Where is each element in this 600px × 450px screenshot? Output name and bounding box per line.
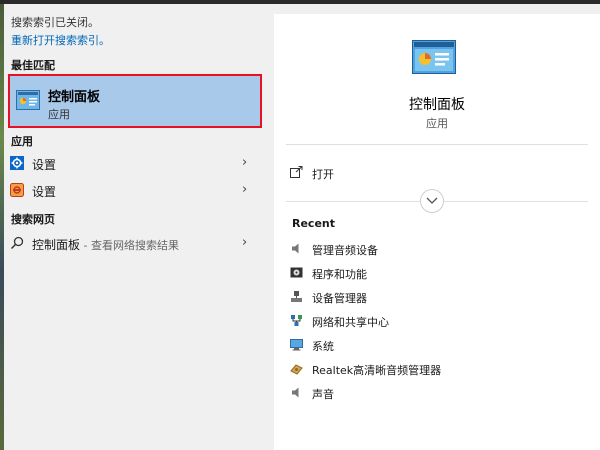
recent-item[interactable]: 设备管理器 (290, 287, 580, 309)
app-result-label: 设置 (32, 158, 57, 172)
search-icon (10, 236, 24, 250)
apps-header: 应用 (11, 135, 33, 148)
divider (286, 144, 588, 145)
web-search-label: 控制面板 - 查看网络搜索结果 (32, 236, 179, 253)
preview-title: 控制面板 (409, 97, 465, 113)
preview-pane: 控制面板 应用 打开 Recent 管理音频设备 程序和功能 设备管理器 网络和… (274, 14, 600, 450)
web-search-result[interactable]: 控制面板 - 查看网络搜索结果 › (4, 231, 268, 257)
programs-icon (290, 267, 303, 278)
recent-item[interactable]: 系统 (290, 335, 580, 357)
settings-gear-icon (10, 156, 24, 170)
best-match-control-panel[interactable]: 控制面板 应用 (8, 74, 262, 128)
web-search-hint: - 查看网络搜索结果 (80, 239, 179, 252)
settings-alt-icon (10, 183, 24, 197)
app-result-label: 设置 (32, 185, 57, 199)
chevron-right-icon[interactable]: › (242, 182, 247, 197)
chevron-right-icon[interactable]: › (242, 155, 247, 170)
recent-item-label: 网络和共享中心 (312, 316, 389, 329)
open-label: 打开 (312, 168, 334, 181)
control-panel-icon (16, 90, 40, 110)
best-match-header: 最佳匹配 (11, 59, 55, 72)
web-search-header: 搜索网页 (11, 213, 55, 226)
recent-item[interactable]: 声音 (290, 383, 580, 405)
sound-icon (292, 387, 299, 398)
chevron-down-icon (426, 197, 438, 204)
recent-item[interactable]: 管理音频设备 (290, 239, 580, 261)
open-action[interactable]: 打开 (290, 164, 490, 184)
best-match-title: 控制面板 (48, 90, 101, 105)
control-panel-large-icon (412, 40, 456, 74)
search-results-pane: 搜索索引已关闭。 重新打开搜索索引。 最佳匹配 控制面板 应用 应用 设置 › (4, 4, 268, 450)
reopen-index-link[interactable]: 重新打开搜索索引。 (11, 32, 110, 48)
index-off-notice: 搜索索引已关闭。 (11, 16, 99, 29)
app-result-settings-2[interactable]: 设置 › (4, 178, 268, 204)
recent-item-label: 程序和功能 (312, 268, 367, 281)
recent-item[interactable]: Realtek高清晰音频管理器 (290, 359, 580, 381)
recent-item[interactable]: 程序和功能 (290, 263, 580, 285)
recent-header: Recent (292, 217, 336, 230)
recent-item[interactable]: 网络和共享中心 (290, 311, 580, 333)
app-result-settings[interactable]: 设置 › (4, 151, 268, 177)
device-manager-icon (291, 291, 302, 302)
realtek-icon (290, 364, 303, 375)
system-icon (290, 339, 303, 351)
recent-item-label: 声音 (312, 388, 334, 401)
speaker-icon (292, 243, 299, 254)
preview-subtitle: 应用 (426, 117, 448, 130)
recent-item-label: Realtek高清晰音频管理器 (312, 364, 442, 377)
open-icon (290, 166, 303, 178)
recent-item-label: 系统 (312, 340, 334, 353)
expand-button[interactable] (420, 189, 444, 213)
recent-item-label: 管理音频设备 (312, 244, 378, 257)
chevron-right-icon[interactable]: › (242, 235, 247, 250)
recent-item-label: 设备管理器 (312, 292, 367, 305)
best-match-subtitle: 应用 (48, 108, 70, 121)
web-search-query: 控制面板 (32, 238, 81, 252)
network-icon (291, 315, 302, 326)
